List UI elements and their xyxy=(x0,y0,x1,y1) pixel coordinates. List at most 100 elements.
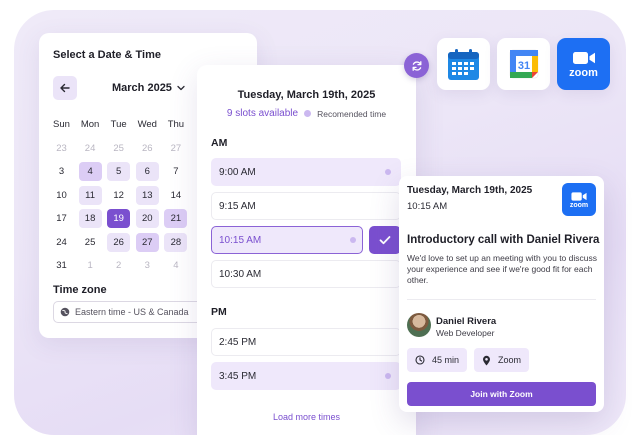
outlook-calendar-app-tile[interactable] xyxy=(437,38,490,90)
time-slot[interactable]: 3:45 PM xyxy=(211,362,401,390)
location-pin-icon xyxy=(483,355,490,365)
recommended-dot-icon xyxy=(350,237,356,243)
calendar-week-row: 10 11 12 13 14 xyxy=(50,184,210,208)
time-slot-selected[interactable]: 10:15 AM xyxy=(211,226,363,254)
calendar-week-row: 24 25 26 27 28 xyxy=(50,231,210,255)
slots-info-row: 9 slots available Recomended time xyxy=(197,108,416,119)
weekday-label: Thu xyxy=(167,119,185,131)
host-role: Web Developer xyxy=(436,328,495,338)
calendar-day[interactable]: 27 xyxy=(135,232,159,252)
calendar-day[interactable]: 31 xyxy=(50,256,73,275)
timezone-value: Eastern time - US & Canada xyxy=(75,307,189,317)
calendar-week-row: 31 1 2 3 4 xyxy=(50,254,210,278)
load-more-times-link[interactable]: Load more times xyxy=(197,412,416,422)
time-slot[interactable]: 9:15 AM xyxy=(211,192,401,220)
calendar-day: 24 xyxy=(84,142,96,154)
am-label: AM xyxy=(211,137,228,149)
google-calendar-app-tile[interactable]: 31 xyxy=(497,38,550,90)
calendar-day: 25 xyxy=(113,142,124,154)
time-slot-label: 10:15 AM xyxy=(219,234,262,246)
calendar-week-row: 17 18 19 20 21 xyxy=(50,207,210,231)
prev-month-button[interactable] xyxy=(53,76,77,100)
slots-count: 9 slots available xyxy=(226,108,299,119)
calendar-app-icon xyxy=(448,48,479,80)
time-slot[interactable]: 9:00 AM xyxy=(211,158,401,186)
calendar-day: 2 xyxy=(116,260,122,272)
sync-badge xyxy=(404,53,429,78)
calendar-day[interactable]: 25 xyxy=(79,233,102,252)
recommended-dot-icon xyxy=(385,169,391,175)
host-avatar xyxy=(407,313,431,337)
join-with-zoom-button[interactable]: Join with Zoom xyxy=(407,382,596,406)
google-calendar-icon: 31 xyxy=(509,49,538,79)
globe-icon xyxy=(60,307,70,317)
calendar-day: 3 xyxy=(144,260,150,272)
calendar-day[interactable]: 11 xyxy=(78,185,102,205)
calendar-week-row: 34567 xyxy=(50,160,210,184)
calendar-day[interactable]: 4 xyxy=(78,162,102,182)
weekday-label: Sun xyxy=(53,119,70,131)
calendar-day: 1 xyxy=(87,260,93,272)
meeting-description: We'd love to set up an meeting with you … xyxy=(407,253,597,285)
calendar-day[interactable]: 13 xyxy=(135,185,159,205)
time-slot-label: 2:45 PM xyxy=(219,336,257,348)
zoom-app-tile[interactable]: zoom xyxy=(557,38,610,90)
clock-icon xyxy=(415,355,425,365)
slots-date-heading: Tuesday, March 19th, 2025 xyxy=(237,89,376,101)
zoom-camera-icon xyxy=(571,191,587,201)
calendar-day[interactable]: 28 xyxy=(164,232,188,252)
recommended-dot-icon xyxy=(304,110,312,117)
recommended-dot-icon xyxy=(385,373,391,379)
calendar-day: 26 xyxy=(141,142,153,154)
arrow-left-icon xyxy=(60,83,70,93)
calendar-day[interactable]: 14 xyxy=(164,186,187,205)
calendar-week-row: 23 24 25 26 27 xyxy=(50,137,210,161)
calendar-day[interactable]: 24 xyxy=(50,233,73,252)
time-slot[interactable]: 10:30 AM xyxy=(211,260,401,288)
location-chip: Zoom xyxy=(474,348,530,372)
sync-icon xyxy=(412,60,421,71)
zoom-camera-icon xyxy=(572,51,595,64)
zoom-wordmark: zoom xyxy=(569,201,589,209)
calendar-day[interactable]: 12 xyxy=(107,186,130,205)
zoom-wordmark: zoom xyxy=(569,66,598,79)
calendar-day[interactable]: 17 xyxy=(50,209,73,228)
check-icon xyxy=(379,236,391,245)
meeting-date: Tuesday, March 19th, 2025 xyxy=(407,185,533,196)
meeting-details-card: Tuesday, March 19th, 2025 10:15 AM zoom … xyxy=(399,176,604,412)
weekday-label: Mon xyxy=(80,119,100,131)
duration-chip: 45 min xyxy=(407,348,468,372)
chevron-down-icon[interactable] xyxy=(176,83,186,93)
recommended-label: Recomended time xyxy=(317,108,387,119)
calendar-day[interactable]: 26 xyxy=(107,232,131,252)
month-label: March 2025 xyxy=(112,82,172,94)
calendar-day[interactable]: 3 xyxy=(50,162,73,181)
calendar-day: 23 xyxy=(56,142,67,154)
calendar-day[interactable]: 5 xyxy=(107,162,131,182)
calendar-day[interactable]: 10 xyxy=(50,186,73,205)
weekday-header-row: Sun Mon Tue Wed Thu xyxy=(50,113,210,137)
confirm-slot-button[interactable] xyxy=(369,226,401,254)
time-slot-label: 10:30 AM xyxy=(219,268,262,280)
date-picker-title: Select a Date & Time xyxy=(53,49,162,61)
weekday-label: Tue xyxy=(110,119,127,131)
calendar-day[interactable]: 18 xyxy=(78,209,102,229)
calendar-day: 4 xyxy=(173,260,179,272)
time-slots-card: Tuesday, March 19th, 2025 9 slots availa… xyxy=(197,65,416,435)
calendar-day: 27 xyxy=(170,142,182,154)
divider xyxy=(407,299,596,300)
duration-value: 45 min xyxy=(432,355,460,365)
calendar-day[interactable]: 21 xyxy=(164,209,188,229)
calendar-day[interactable]: 20 xyxy=(135,209,159,229)
weekday-label: Wed xyxy=(137,119,157,131)
time-slot[interactable]: 2:45 PM xyxy=(211,328,401,356)
timezone-label: Time zone xyxy=(53,284,107,296)
pm-label: PM xyxy=(211,306,227,318)
time-slot-label: 9:00 AM xyxy=(219,166,256,178)
calendar-day-selected[interactable]: 19 xyxy=(107,209,131,229)
calendar-day[interactable]: 7 xyxy=(164,162,187,181)
time-slot-label: 9:15 AM xyxy=(219,200,256,212)
calendar-day[interactable]: 6 xyxy=(135,162,159,182)
meeting-time: 10:15 AM xyxy=(407,201,448,212)
meeting-zoom-logo: zoom xyxy=(562,183,596,216)
